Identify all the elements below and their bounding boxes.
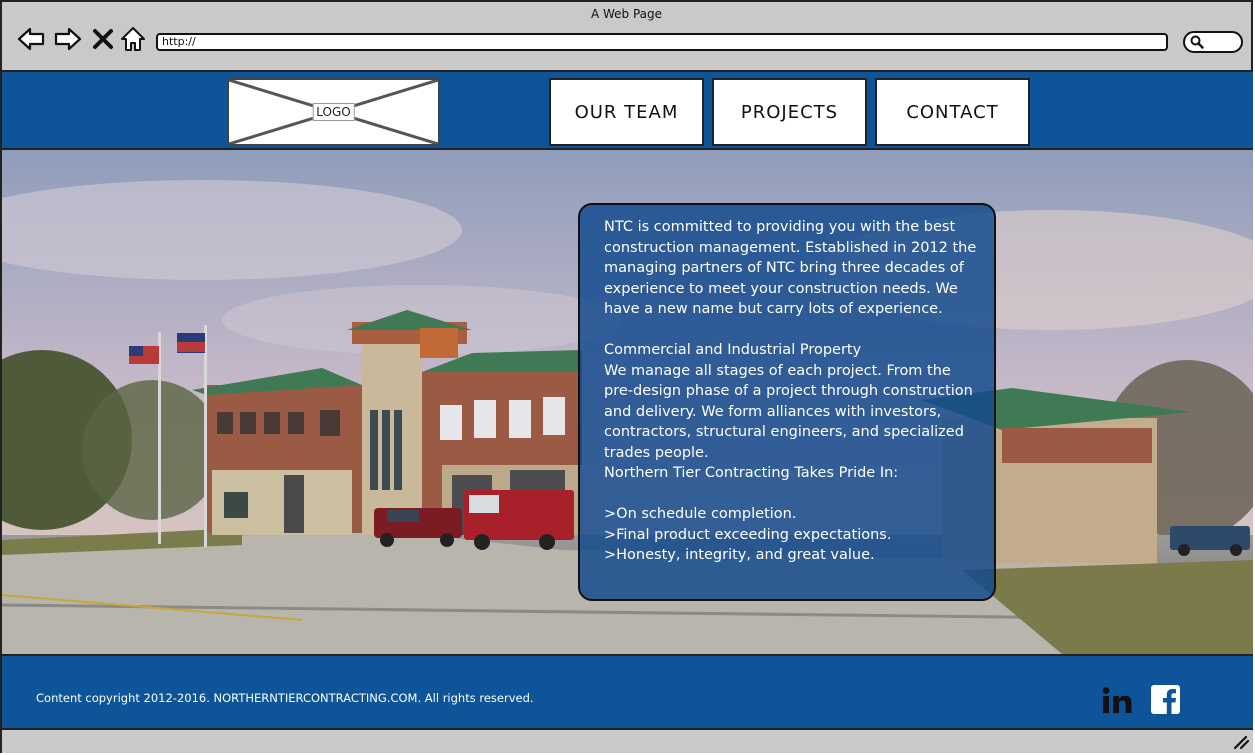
resize-grip-icon[interactable] — [1232, 734, 1250, 750]
pride-heading: Northern Tier Contracting Takes Pride In… — [604, 465, 899, 481]
home-icon[interactable] — [118, 24, 148, 54]
search-icon — [1190, 35, 1204, 49]
section-body: We manage all stages of each project. Fr… — [604, 362, 973, 461]
search-field[interactable] — [1183, 31, 1243, 53]
intro-text: NTC is committed to providing you with t… — [604, 219, 977, 317]
site-footer: Content copyright 2012-2016. NORTHERNTIE… — [2, 654, 1253, 730]
pride-point: >On schedule completion. — [604, 506, 797, 522]
nav-projects-button[interactable]: PROJECTS — [712, 78, 867, 146]
window-title: A Web Page — [590, 7, 663, 21]
nav-contact-button[interactable]: CONTACT — [875, 78, 1030, 146]
section-title: Commercial and Industrial Property — [604, 342, 862, 358]
site-header: LOGO OUR TEAM PROJECTS CONTACT — [2, 72, 1253, 150]
linkedin-icon[interactable] — [1101, 686, 1133, 716]
facebook-icon[interactable] — [1151, 685, 1181, 715]
address-bar[interactable]: http:// — [156, 33, 1168, 51]
pride-point: >Honesty, integrity, and great value. — [604, 547, 875, 563]
about-info-panel: NTC is committed to providing you with t… — [578, 203, 996, 601]
browser-status-bar — [2, 730, 1253, 753]
browser-toolbar: A Web Page http:// — [2, 2, 1251, 72]
close-icon[interactable] — [90, 24, 116, 54]
forward-arrow-icon[interactable] — [53, 24, 83, 54]
nav-our-team-button[interactable]: OUR TEAM — [549, 78, 704, 146]
pride-point: >Final product exceeding expectations. — [604, 526, 892, 543]
copyright-text: Content copyright 2012-2016. NORTHERNTIE… — [36, 691, 534, 705]
back-arrow-icon[interactable] — [16, 24, 46, 54]
browser-window: A Web Page http:// LOGO OUR TEAM PROJECT… — [0, 0, 1253, 753]
logo-label: LOGO — [312, 103, 355, 121]
logo-placeholder[interactable]: LOGO — [227, 78, 440, 146]
